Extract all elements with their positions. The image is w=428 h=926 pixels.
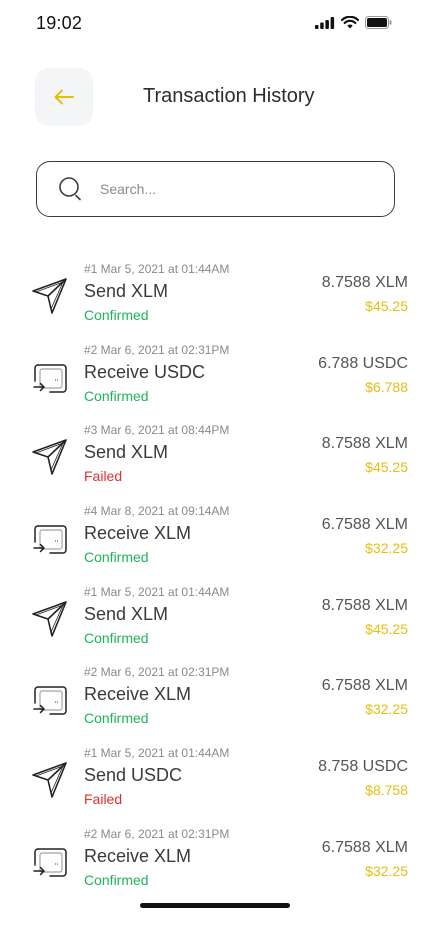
transaction-title: Receive XLM xyxy=(84,523,192,544)
transaction-row[interactable]: #3 Mar 6, 2021 at 08:44PM Send XLM Failed 8… xyxy=(0,419,428,500)
transaction-list: #1 Mar 5, 2021 at 01:44AM Send XLM Confirm… xyxy=(0,258,428,904)
transaction-fiat-value: $6.788 xyxy=(365,378,408,395)
status-icons xyxy=(315,16,392,29)
transaction-row[interactable]: #2 Mar 6, 2021 at 02:31PM Receive XLM Conf… xyxy=(0,823,428,904)
transaction-meta: #3 Mar 6, 2021 at 08:44PM xyxy=(84,423,230,438)
transaction-status: Confirmed xyxy=(84,710,149,727)
transaction-amount: 8.7588 XLM xyxy=(321,435,408,453)
transaction-title: Receive XLM xyxy=(84,845,192,866)
transaction-amount: 6.788 USDC xyxy=(318,354,408,372)
transaction-status: Failed xyxy=(84,468,123,485)
transaction-meta: #2 Mar 6, 2021 at 02:31PM xyxy=(84,665,230,680)
transaction-meta: #2 Mar 6, 2021 at 02:31PM xyxy=(84,826,230,841)
transaction-fiat-value: $45.25 xyxy=(365,459,408,476)
transaction-status: Confirmed xyxy=(84,629,149,646)
transaction-title: Receive USDC xyxy=(84,361,206,382)
transaction-meta: #1 Mar 5, 2021 at 01:44AM xyxy=(84,262,230,276)
transaction-row[interactable]: #2 Mar 6, 2021 at 02:31PM Receive XLM Conf… xyxy=(0,661,428,742)
send-icon xyxy=(30,437,70,477)
transaction-fiat-value: $32.25 xyxy=(365,862,408,879)
transaction-amount: 6.7588 XLM xyxy=(321,838,408,856)
transaction-title: Send XLM xyxy=(84,281,169,301)
wifi-icon xyxy=(341,16,359,29)
transaction-row[interactable]: #1 Mar 5, 2021 at 01:44AM Send XLM Confirm… xyxy=(0,258,428,339)
transaction-status: Confirmed xyxy=(84,549,149,566)
transaction-amount: 6.7588 XLM xyxy=(321,516,408,534)
transaction-row[interactable]: #2 Mar 6, 2021 at 02:31PM Receive USDC Con… xyxy=(0,339,428,420)
send-icon xyxy=(30,599,70,639)
transaction-meta: #2 Mar 6, 2021 at 02:31PM xyxy=(84,342,230,357)
transaction-amount: 8.7588 XLM xyxy=(321,596,408,614)
back-button[interactable] xyxy=(35,68,93,126)
header: Transaction History xyxy=(0,68,428,126)
transaction-title: Send XLM xyxy=(84,603,169,624)
transaction-meta: #1 Mar 5, 2021 at 01:44AM xyxy=(84,746,230,761)
receive-icon xyxy=(30,357,70,397)
transaction-title: Send USDC xyxy=(84,765,183,786)
transaction-row[interactable]: #1 Mar 5, 2021 at 01:44AM Send USDC Failed… xyxy=(0,742,428,823)
transaction-title: Receive XLM xyxy=(84,684,192,705)
transaction-row[interactable]: #1 Mar 5, 2021 at 01:44AM Send XLM Confirm… xyxy=(0,581,428,662)
transaction-status: Confirmed xyxy=(84,307,149,323)
home-indicator xyxy=(140,903,290,908)
transaction-fiat-value: $45.25 xyxy=(365,620,408,637)
receive-icon xyxy=(30,841,70,881)
transaction-status: Confirmed xyxy=(84,387,149,404)
arrow-left-icon xyxy=(54,89,74,105)
transaction-row[interactable]: #4 Mar 8, 2021 at 09:14AM Receive XLM Conf… xyxy=(0,500,428,581)
status-time: 19:02 xyxy=(36,13,83,33)
transaction-amount: 8.7588 XLM xyxy=(321,274,408,291)
receive-icon xyxy=(30,518,70,558)
transaction-fiat-value: $32.25 xyxy=(365,701,408,718)
status-bar: 19:02 xyxy=(0,0,428,48)
search-input[interactable] xyxy=(100,181,360,197)
transaction-amount: 6.7588 XLM xyxy=(321,677,408,695)
transaction-status: Confirmed xyxy=(84,871,149,888)
cellular-signal-icon xyxy=(315,16,335,29)
battery-icon xyxy=(365,16,392,29)
transaction-title: Send XLM xyxy=(84,442,169,463)
receive-icon xyxy=(30,679,70,719)
transaction-meta: #4 Mar 8, 2021 at 09:14AM xyxy=(84,504,230,519)
send-icon xyxy=(30,760,70,800)
send-icon xyxy=(30,276,70,316)
transaction-amount: 8.758 USDC xyxy=(318,758,408,776)
transaction-fiat-value: $45.25 xyxy=(365,298,408,314)
transaction-fiat-value: $8.758 xyxy=(365,782,408,799)
search-bar[interactable] xyxy=(36,161,395,217)
transaction-fiat-value: $32.25 xyxy=(365,540,408,557)
page-title: Transaction History xyxy=(143,85,315,107)
transaction-meta: #1 Mar 5, 2021 at 01:44AM xyxy=(84,584,230,599)
search-icon xyxy=(59,177,81,201)
transaction-status: Failed xyxy=(84,791,123,808)
